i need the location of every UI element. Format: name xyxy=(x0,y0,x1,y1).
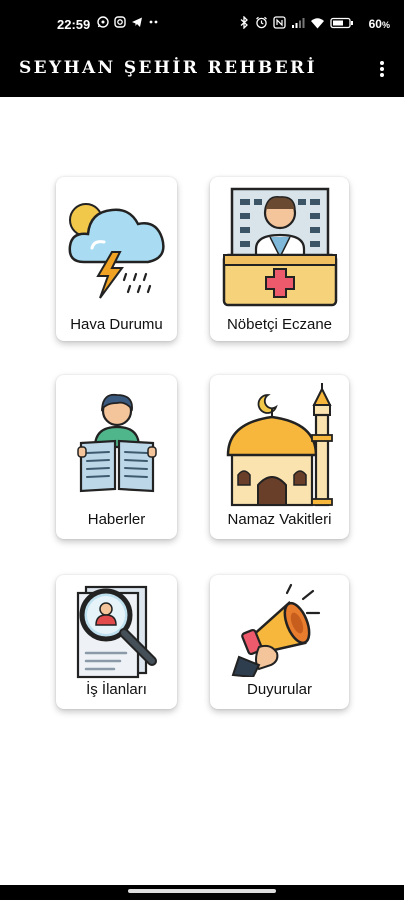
menu-card-weather[interactable]: Hava Durumu xyxy=(56,177,177,341)
battery-percentage: 60% xyxy=(368,17,390,31)
status-bar: 22:59 60% xyxy=(0,0,404,50)
menu-card-pharmacy[interactable]: Nöbetçi Eczane xyxy=(210,177,349,341)
instagram-icon xyxy=(114,16,126,28)
weather-storm-icon xyxy=(68,203,165,299)
menu-grid: Hava Durumu Nöbetçi Eczane Haberler Nama… xyxy=(0,97,404,885)
battery-icon xyxy=(330,17,353,28)
menu-card-label: Hava Durumu xyxy=(70,316,163,333)
home-indicator[interactable] xyxy=(128,889,276,893)
signal-icon xyxy=(292,17,305,28)
whatsapp-icon xyxy=(97,16,109,28)
job-search-icon xyxy=(76,585,157,679)
status-notification-icons xyxy=(97,16,160,28)
bluetooth-icon xyxy=(240,16,248,29)
nfc-icon xyxy=(273,16,286,29)
menu-card-prayer-times[interactable]: Namaz Vakitleri xyxy=(210,375,349,539)
app-title: SEYHAN ŞEHİR REHBERİ xyxy=(19,58,317,78)
app-bar: SEYHAN ŞEHİR REHBERİ xyxy=(0,50,404,97)
overflow-menu-button[interactable] xyxy=(374,58,390,80)
menu-card-announcements[interactable]: Duyurular xyxy=(210,575,349,709)
menu-card-label: Nöbetçi Eczane xyxy=(226,316,333,333)
more-dots-icon xyxy=(149,20,158,24)
wifi-icon xyxy=(311,17,324,28)
pharmacy-icon xyxy=(222,187,337,307)
navigation-bar xyxy=(0,885,404,900)
alarm-icon xyxy=(256,16,267,29)
menu-card-job-listings[interactable]: İş İlanları xyxy=(56,575,177,709)
menu-card-label: Namaz Vakitleri xyxy=(227,511,332,528)
menu-card-label: İş İlanları xyxy=(86,681,147,698)
menu-card-news[interactable]: Haberler xyxy=(56,375,177,539)
menu-card-label: Haberler xyxy=(87,511,146,528)
newspaper-reader-icon xyxy=(76,393,157,493)
megaphone-icon xyxy=(231,583,320,677)
status-system-icons xyxy=(238,16,354,29)
menu-card-label: Duyurular xyxy=(246,681,313,698)
status-time: 22:59 xyxy=(57,17,91,32)
mosque-icon xyxy=(226,383,333,507)
more-vert-icon xyxy=(380,61,384,65)
telegram-icon xyxy=(132,17,142,27)
